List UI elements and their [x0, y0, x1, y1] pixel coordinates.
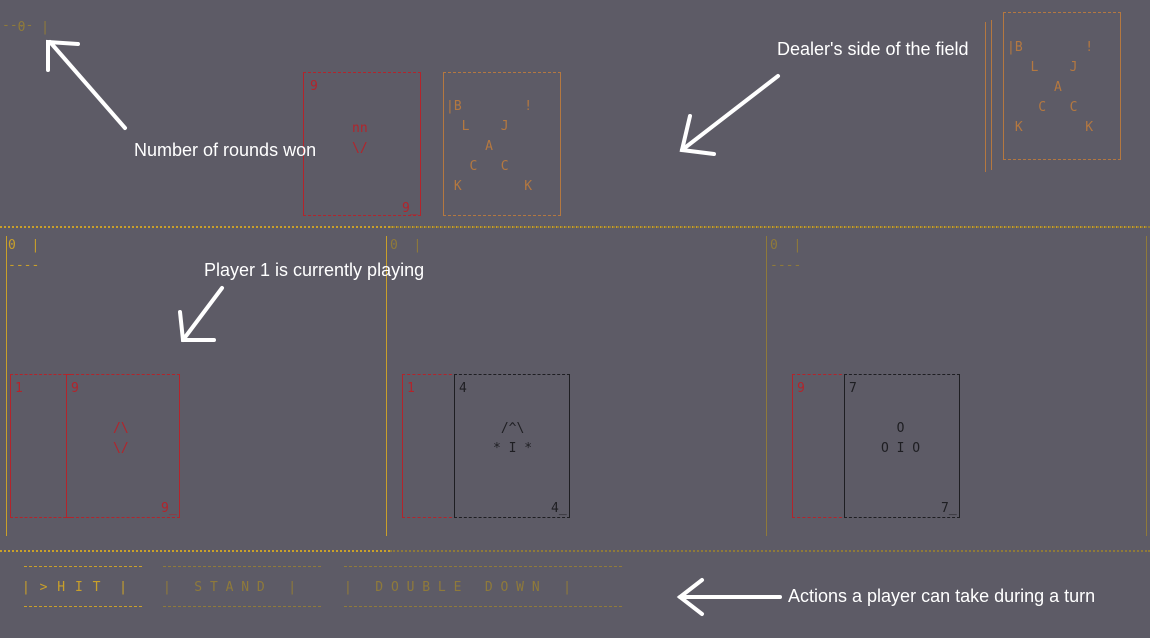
arrow-player-icon [178, 286, 224, 342]
arrow-dealer-icon [679, 74, 780, 156]
arrow-rounds-icon [46, 39, 127, 130]
annotation-arrows [46, 39, 782, 616]
arrow-actions-icon [676, 578, 782, 616]
